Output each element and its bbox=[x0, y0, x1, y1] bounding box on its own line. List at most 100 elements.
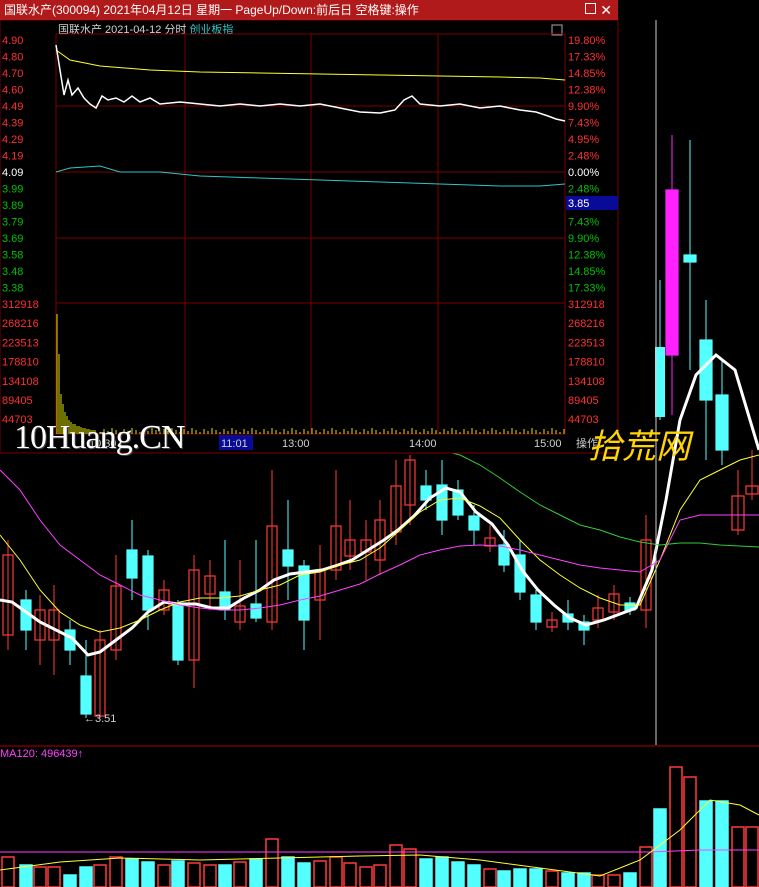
price-tick: 4.39 bbox=[2, 118, 23, 130]
volume-tick: 312918 bbox=[2, 299, 39, 311]
pct-tick: 19.80% bbox=[568, 35, 606, 47]
pct-tick: 17.33% bbox=[568, 283, 606, 295]
pct-tick: 12.38% bbox=[568, 85, 606, 97]
volume-bar bbox=[561, 872, 575, 887]
volume-bar bbox=[249, 858, 263, 887]
volume-bar bbox=[483, 868, 497, 887]
pct-tick: 14.85% bbox=[568, 68, 606, 80]
volume-tick: 268216 bbox=[2, 318, 39, 330]
restore-icon[interactable] bbox=[585, 3, 596, 14]
price-tick: 4.70 bbox=[2, 68, 23, 80]
vol-ma-line bbox=[0, 849, 759, 853]
pct-tick: 4.95% bbox=[568, 134, 599, 146]
price-tick: 3.38 bbox=[2, 283, 23, 295]
volume-bar bbox=[329, 856, 343, 887]
volume-bar bbox=[47, 866, 61, 887]
volume-bar bbox=[218, 864, 232, 887]
kline-candle bbox=[172, 603, 184, 661]
popup-title-bar[interactable]: 国联水产(300094) 2021年04月12日 星期一 PageUp/Down… bbox=[0, 0, 618, 20]
price-tick: 3.89 bbox=[2, 200, 23, 212]
volume-bar bbox=[187, 862, 201, 887]
close-icon[interactable]: ✕ bbox=[600, 0, 612, 20]
price-tick: 4.29 bbox=[2, 134, 23, 146]
volume-bar bbox=[125, 858, 139, 887]
time-tick: 15:00 bbox=[534, 438, 562, 450]
price-tick: 4.80 bbox=[2, 52, 23, 64]
volume-bar bbox=[281, 856, 295, 887]
volume-bar bbox=[683, 776, 697, 887]
time-tick: 13:00 bbox=[282, 438, 310, 450]
current-price-tag: 3.85 bbox=[568, 198, 589, 210]
volume-bar bbox=[203, 864, 217, 887]
kline-candle bbox=[80, 675, 92, 715]
price-tick: 4.49 bbox=[2, 101, 23, 113]
volume-bar bbox=[529, 868, 543, 887]
volume-bar bbox=[497, 870, 511, 887]
time-tick: 11:01 bbox=[221, 438, 248, 450]
volume-bar bbox=[297, 862, 311, 887]
volume-bar bbox=[19, 864, 33, 887]
volume-bar bbox=[419, 858, 433, 887]
volume-bar bbox=[731, 826, 745, 887]
kline-candle bbox=[530, 594, 542, 623]
volume-tick-right: 44703 bbox=[568, 414, 599, 426]
volume-bar bbox=[109, 856, 123, 887]
volume-bar bbox=[373, 864, 387, 887]
pct-tick: 9.90% bbox=[568, 101, 599, 113]
price-tick: 4.19 bbox=[2, 151, 23, 163]
intraday-popup: 国联水产 2021-04-12 分时 创业板指4.90 19.80%4.80 17.… bbox=[0, 19, 619, 454]
volume-bar bbox=[577, 872, 591, 887]
price-tick: 3.58 bbox=[2, 250, 23, 262]
volume-bar bbox=[93, 864, 107, 887]
volume-tick-right: 268216 bbox=[568, 318, 605, 330]
volume-bar bbox=[639, 846, 653, 887]
volume-bar bbox=[389, 844, 403, 887]
window-title: 国联水产(300094) 2021年04月12日 星期一 PageUp/Down… bbox=[4, 3, 419, 17]
volume-tick-right: 134108 bbox=[568, 376, 605, 388]
volume-bar bbox=[591, 874, 605, 887]
volume-tick: 178810 bbox=[2, 357, 39, 369]
price-tick: 3.48 bbox=[2, 266, 23, 278]
kline-candle bbox=[142, 555, 154, 611]
volume-bar bbox=[79, 866, 93, 887]
volume-bar bbox=[513, 868, 527, 887]
daily-volume-chart bbox=[0, 766, 759, 887]
volume-bar bbox=[435, 856, 449, 887]
volume-tick: 89405 bbox=[2, 395, 33, 407]
watermark-stamp: 拾荒网 bbox=[588, 429, 694, 466]
volume-tick-right: 178810 bbox=[568, 357, 605, 369]
volume-bar bbox=[233, 861, 247, 887]
pct-tick: 7.43% bbox=[568, 118, 599, 130]
pct-tick: 12.38% bbox=[568, 250, 606, 262]
volume-bar bbox=[745, 826, 759, 887]
price-tick: 3.99 bbox=[2, 184, 23, 196]
volume-bar bbox=[607, 874, 621, 887]
volume-bar bbox=[313, 860, 327, 887]
volume-bar bbox=[699, 800, 713, 887]
pct-tick: 2.48% bbox=[568, 184, 599, 196]
kline-candle bbox=[126, 549, 138, 579]
volume-bar bbox=[171, 860, 185, 887]
volume-tick-right: 223513 bbox=[568, 337, 605, 349]
pct-tick: 7.43% bbox=[568, 217, 599, 229]
watermark-text: 10Huang.CN bbox=[14, 419, 185, 456]
volume-tick: 134108 bbox=[2, 376, 39, 388]
volume-bar bbox=[63, 874, 77, 887]
pct-tick: 2.48% bbox=[568, 151, 599, 163]
volume-bar bbox=[467, 864, 481, 887]
intraday-panel-bg bbox=[0, 19, 619, 454]
price-tick: 3.69 bbox=[2, 233, 23, 245]
volume-tick: 223513 bbox=[2, 337, 39, 349]
kline-candle bbox=[468, 515, 480, 531]
price-tick: 4.60 bbox=[2, 85, 23, 97]
volume-bar bbox=[669, 766, 683, 887]
pct-tick: 14.85% bbox=[568, 266, 606, 278]
volume-tick-right: 312918 bbox=[568, 299, 605, 311]
kline-candle bbox=[250, 603, 262, 619]
kline-candle bbox=[282, 549, 294, 567]
volume-bar bbox=[715, 800, 729, 887]
kline-candle bbox=[665, 189, 679, 356]
kline-candle bbox=[683, 254, 697, 263]
price-tick: 3.79 bbox=[2, 217, 23, 229]
time-tick: 14:00 bbox=[409, 438, 437, 450]
